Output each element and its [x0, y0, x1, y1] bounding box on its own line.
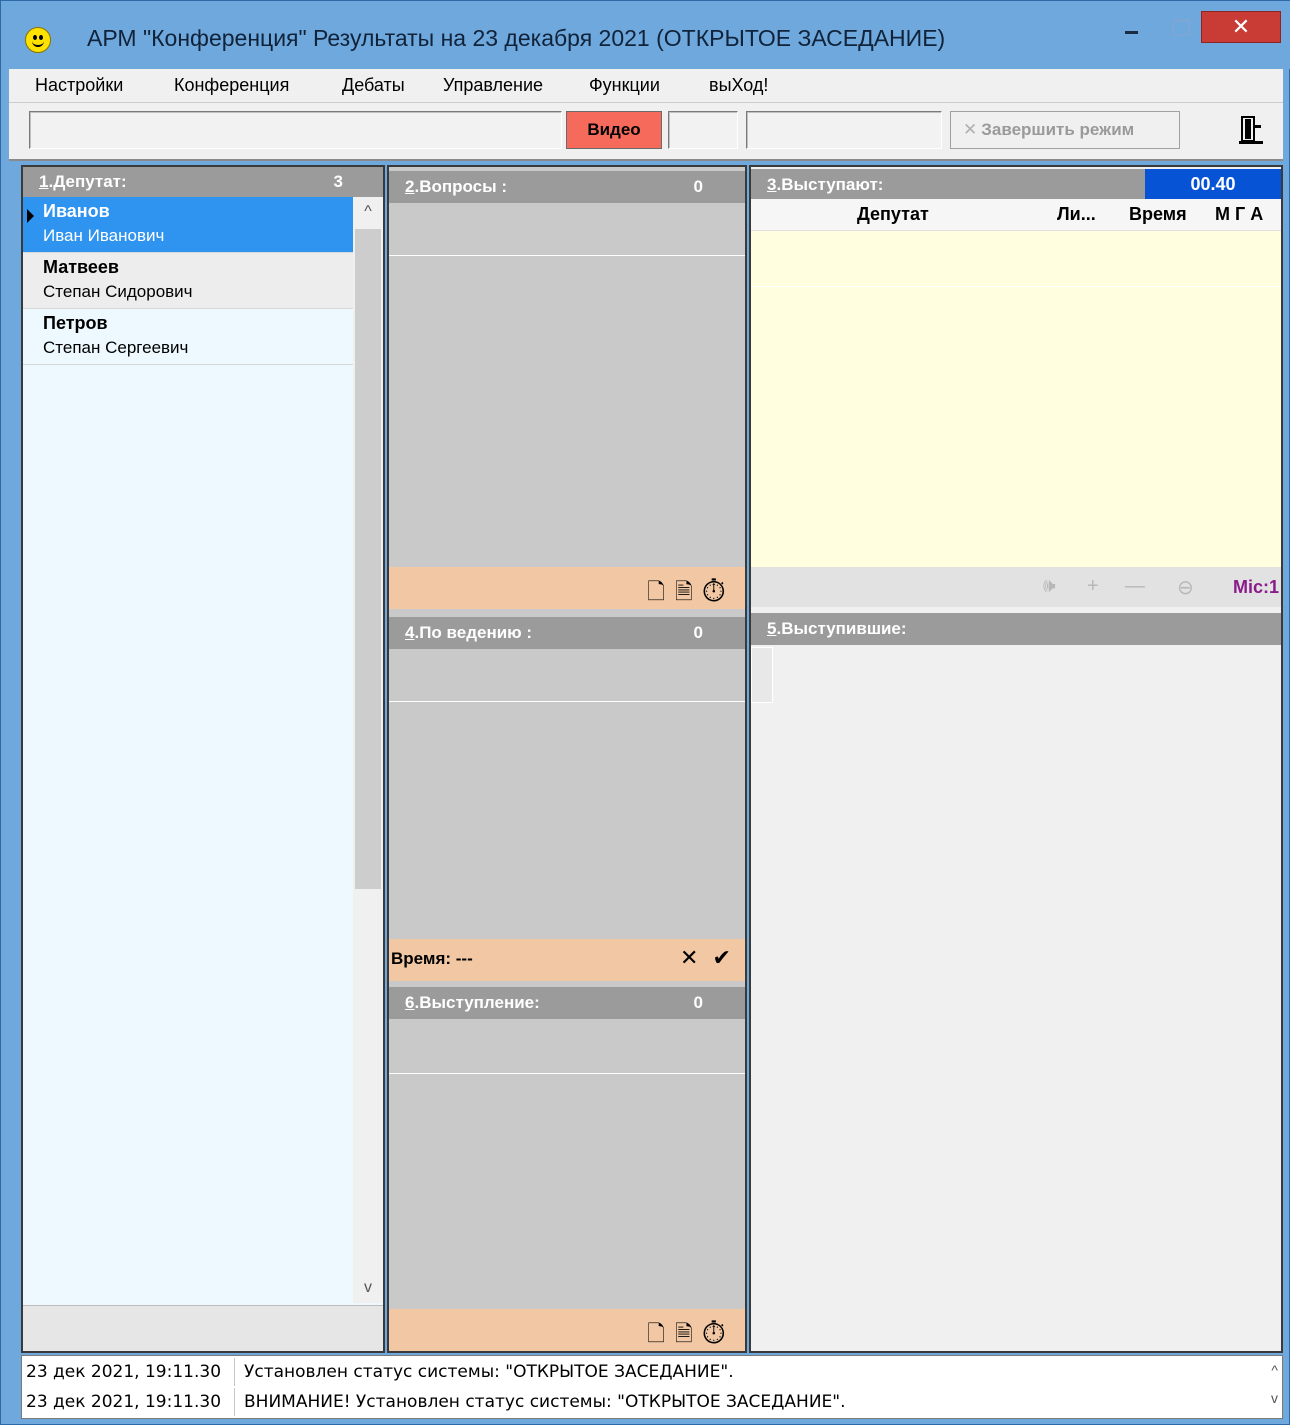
procedure-title: .По ведению :	[414, 623, 533, 642]
window-title: АРМ "Конференция" Результаты на 23 декаб…	[87, 25, 946, 51]
procedure-count: 0	[693, 623, 703, 642]
column-list[interactable]: Ли...	[1057, 204, 1096, 225]
document-icon[interactable]: 🗎	[675, 579, 703, 604]
maximize-button[interactable]	[1157, 9, 1201, 43]
column-mga[interactable]: М Г А	[1215, 204, 1263, 225]
toolbar-field-3	[746, 111, 942, 149]
list-item[interactable]: Петров Степан Сергеевич	[23, 309, 353, 365]
questions-title: .Вопросы :	[414, 177, 508, 196]
questions-count: 0	[693, 177, 703, 196]
close-button[interactable]: ✕	[1201, 11, 1281, 43]
questions-toolbar: 🗋🗎⏱	[389, 567, 745, 609]
deputies-scrollbar[interactable]: ^ v	[353, 197, 383, 1303]
list-item[interactable]: Матвеев Степан Сидорович	[23, 253, 353, 309]
procedure-header: 4.По ведению : 0	[389, 617, 745, 649]
menu-conference[interactable]: Конференция	[174, 75, 289, 96]
scroll-thumb[interactable]	[355, 229, 381, 889]
event-log: 23 дек 2021, 19:11.30 Установлен статус …	[21, 1355, 1283, 1419]
menu-settings[interactable]: Настройки	[35, 75, 123, 96]
video-button[interactable]: Видео	[566, 111, 662, 149]
right-column: 3.Выступают: 00.40 Депутат Ли... Время М…	[749, 165, 1283, 1353]
divider	[389, 255, 745, 256]
deputies-header: 1.Депутат: 3	[23, 167, 383, 197]
speakers-controls: 🕪 + — ⊖ Mic:1	[751, 567, 1281, 607]
menu-functions[interactable]: Функции	[589, 75, 660, 96]
deputies-list: Иванов Иван Иванович Матвеев Степан Сидо…	[23, 197, 353, 365]
middle-column: 2.Вопросы : 0 🗋🗎⏱ 4.По ведению : 0 Время…	[387, 165, 747, 1353]
toolbar: Видео ✕ Завершить режим	[9, 103, 1283, 161]
finish-mode-label: Завершить режим	[981, 120, 1135, 139]
speech-count: 0	[693, 993, 703, 1012]
speech-title: .Выступление:	[414, 993, 540, 1012]
mic-label: Mic:1	[1232, 577, 1279, 597]
spoken-row-indicator	[751, 647, 773, 703]
document-icon[interactable]: 🗎	[675, 1321, 703, 1346]
speaker-icon[interactable]: 🕪	[1043, 575, 1056, 598]
chevron-down-icon[interactable]: v	[1271, 1390, 1278, 1406]
deputies-title: .Депутат:	[48, 172, 127, 191]
divider	[389, 701, 745, 702]
plus-icon[interactable]: +	[1087, 575, 1099, 598]
questions-header: 2.Вопросы : 0	[389, 171, 745, 203]
time-label: Время: ---	[391, 949, 473, 968]
title-bar: АРМ "Конференция" Результаты на 23 декаб…	[1, 1, 1290, 69]
status-field	[29, 111, 562, 149]
close-icon: ✕	[1231, 14, 1251, 39]
chevron-up-icon[interactable]: ^	[1271, 1362, 1278, 1378]
door-exit-icon[interactable]	[1239, 115, 1265, 145]
new-document-icon[interactable]: 🗋	[647, 579, 675, 604]
divider	[389, 1073, 745, 1074]
cancel-confirm-icons[interactable]: ✕ ✔	[680, 945, 735, 971]
deputies-count: 3	[333, 172, 343, 191]
deputies-panel: 1.Депутат: 3 Иванов Иван Иванович Матвее…	[21, 165, 385, 1353]
speech-toolbar: 🗋🗎⏱	[389, 1309, 745, 1351]
menu-bar: Настройки Конференция Дебаты Управление …	[9, 69, 1283, 103]
stopwatch-icon[interactable]: ⏱	[703, 1321, 735, 1346]
deputies-footer	[23, 1305, 383, 1351]
new-document-icon[interactable]: 🗋	[647, 1321, 675, 1346]
app-window: АРМ "Конференция" Результаты на 23 декаб…	[0, 0, 1290, 1425]
menu-exit[interactable]: выХод!	[709, 75, 768, 96]
minus-icon[interactable]: —	[1125, 575, 1145, 598]
speakers-title: .Выступают:	[776, 175, 884, 194]
smiley-icon[interactable]	[25, 27, 51, 53]
stopwatch-icon[interactable]: ⏱	[703, 579, 735, 604]
minimize-button[interactable]	[1109, 9, 1153, 43]
menu-debates[interactable]: Дебаты	[342, 75, 405, 96]
time-bar: Время: --- ✕ ✔	[389, 939, 745, 981]
column-deputy[interactable]: Депутат	[857, 204, 929, 225]
row-pointer-icon	[27, 209, 34, 223]
finish-icon: ✕	[963, 120, 978, 139]
speakers-list	[751, 231, 1281, 567]
toolbar-field-2	[668, 111, 738, 149]
speech-header: 6.Выступление: 0	[389, 987, 745, 1019]
finish-mode-button[interactable]: ✕ Завершить режим	[950, 111, 1180, 149]
column-time[interactable]: Время	[1129, 204, 1187, 225]
chevron-down-icon[interactable]: v	[353, 1273, 383, 1303]
menu-control[interactable]: Управление	[443, 75, 543, 96]
speaking-timer: 00.40	[1145, 169, 1281, 199]
divider	[751, 286, 1281, 287]
list-item[interactable]: Иванов Иван Иванович	[23, 197, 353, 253]
chevron-up-icon[interactable]: ^	[353, 197, 383, 227]
spoken-header: 5.Выступившие:	[751, 613, 1281, 645]
remove-circle-icon[interactable]: ⊖	[1177, 575, 1194, 600]
spoken-title: .Выступившие:	[776, 619, 907, 638]
speakers-columns: Депутат Ли... Время М Г А	[751, 199, 1281, 231]
